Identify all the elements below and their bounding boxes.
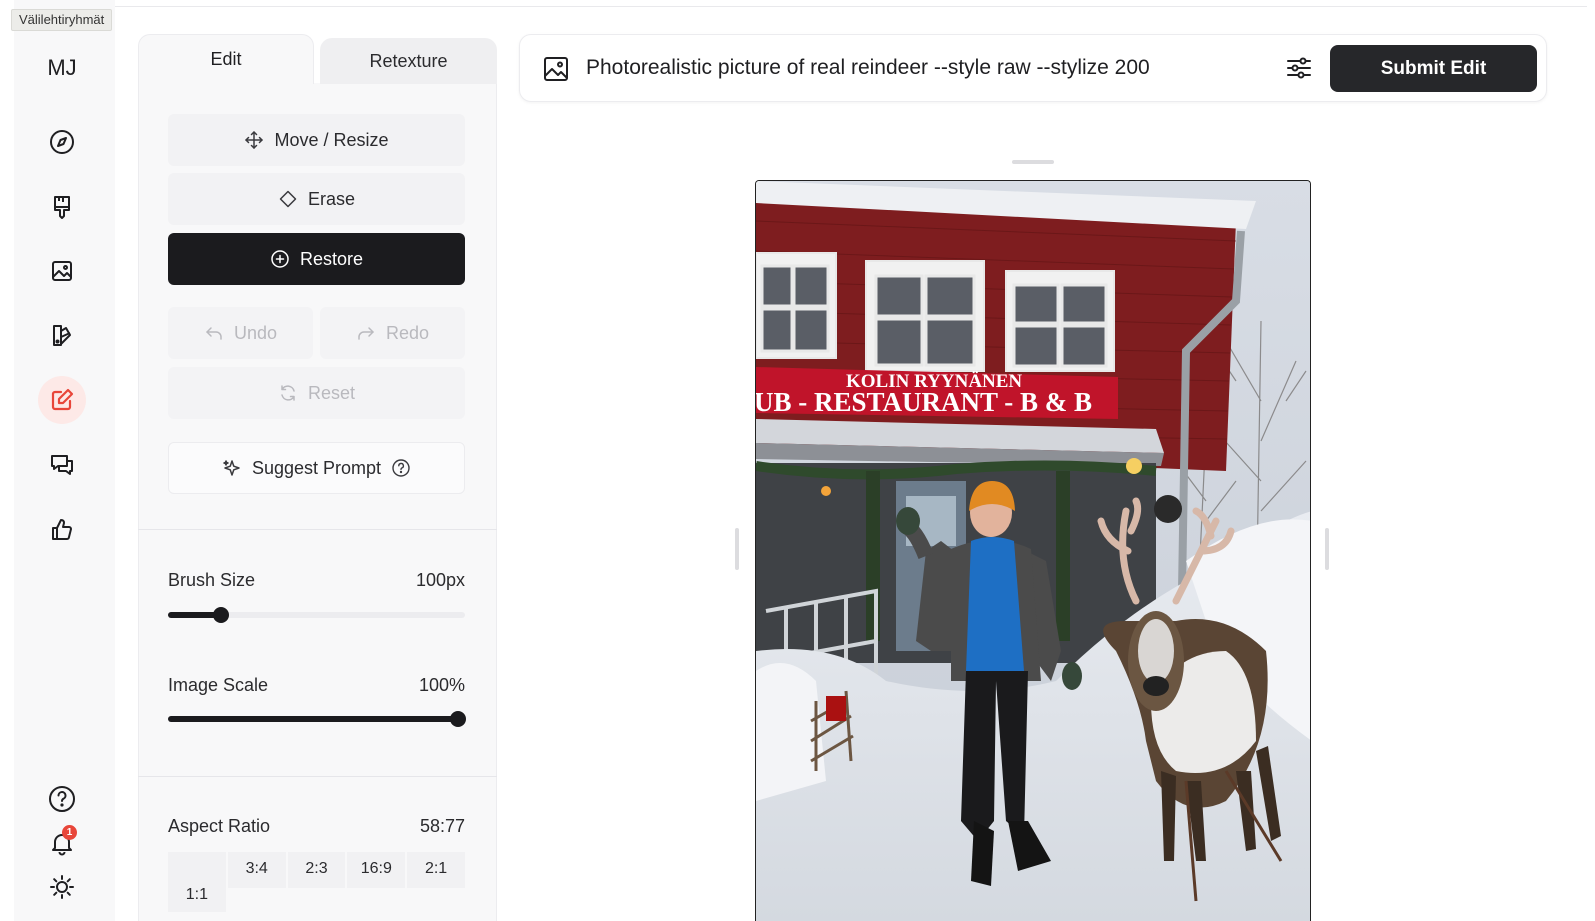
image-scale-fill	[168, 716, 458, 722]
help-circle-icon[interactable]	[391, 458, 411, 478]
aspect-ratio-value: 58:77	[419, 816, 465, 836]
top-border	[14, 6, 1587, 7]
suggest-prompt-button[interactable]: Suggest Prompt	[168, 442, 465, 494]
help-icon[interactable]	[38, 775, 86, 823]
image-scale-slider[interactable]	[168, 711, 466, 727]
submit-edit-button[interactable]: Submit Edit	[1330, 45, 1537, 92]
tab-retexture[interactable]: Retexture	[320, 38, 497, 84]
image-scale-label: Image Scale	[168, 675, 269, 695]
move-resize-label: Move / Resize	[274, 129, 389, 150]
reset-label: Reset	[307, 382, 356, 403]
undo-label: Undo	[233, 322, 278, 343]
image-icon[interactable]	[38, 247, 86, 295]
eraser-icon	[279, 190, 297, 208]
panel-divider	[138, 529, 497, 530]
refresh-icon	[281, 385, 295, 401]
notification-badge: 1	[62, 825, 77, 840]
restore-button[interactable]: Restore	[168, 233, 465, 285]
compass-icon[interactable]	[38, 118, 86, 166]
move-icon	[245, 131, 264, 149]
sidebar: MJ 1	[14, 0, 115, 921]
bell-icon[interactable]: 1	[38, 819, 86, 867]
erase-label: Erase	[307, 188, 356, 209]
redo-button[interactable]: Redo	[320, 307, 465, 359]
sparkle-icon	[223, 460, 240, 476]
brush-size-slider[interactable]	[168, 607, 465, 623]
ratio-16-9[interactable]: 16:9	[347, 852, 406, 888]
brush-size-label: Brush Size	[168, 570, 256, 590]
plus-circle-icon	[271, 250, 289, 268]
ratio-3-4[interactable]: 3:4	[227, 852, 286, 888]
brush-size-value: 100px	[415, 570, 465, 590]
image-scale-thumb[interactable]	[449, 711, 466, 727]
sun-icon[interactable]	[38, 863, 86, 911]
chat-icon[interactable]	[38, 441, 86, 489]
redo-icon	[358, 327, 374, 340]
reset-button[interactable]: Reset	[168, 367, 465, 419]
prompt-input[interactable]: Photorealistic picture of real reindeer …	[586, 56, 1150, 80]
aspect-ratio-grid: 1:1 3:4 2:3 16:9 2:1	[168, 852, 465, 912]
edit-canvas-image[interactable]: KOLIN RYYNÄNEN UB - RESTAURANT - B & B	[755, 180, 1311, 921]
sliders-icon[interactable]	[1284, 53, 1314, 83]
undo-icon	[206, 327, 222, 340]
prompt-bar: Photorealistic picture of real reindeer …	[519, 34, 1547, 102]
sign-line-2: UB - RESTAURANT - B & B	[756, 387, 1092, 417]
erase-button[interactable]: Erase	[168, 173, 465, 225]
ratio-2-3[interactable]: 2:3	[287, 852, 346, 888]
panel-divider-2	[138, 776, 497, 777]
aspect-ratio-label: Aspect Ratio	[168, 816, 271, 836]
image-scale-value: 100%	[418, 675, 465, 695]
palette-icon[interactable]	[38, 312, 86, 360]
paintbrush-icon[interactable]	[38, 183, 86, 231]
suggest-prompt-label: Suggest Prompt	[251, 457, 382, 478]
ratio-2-1[interactable]: 2:1	[407, 852, 465, 888]
move-resize-button[interactable]: Move / Resize	[168, 114, 465, 166]
tab-edit[interactable]: Edit	[138, 34, 314, 84]
redo-label: Redo	[385, 322, 430, 343]
canvas-resize-handle-left[interactable]	[735, 528, 739, 570]
undo-button[interactable]: Undo	[168, 307, 313, 359]
edit-icon[interactable]	[38, 376, 86, 424]
restore-label: Restore	[299, 248, 364, 269]
tab-group-tooltip: Välilehtiryhmät	[11, 9, 113, 31]
logo[interactable]: MJ	[14, 55, 110, 81]
image-icon	[544, 57, 568, 81]
canvas-resize-handle-top[interactable]	[1012, 160, 1054, 164]
ratio-1-1[interactable]: 1:1	[168, 852, 226, 912]
thumbs-up-icon[interactable]	[38, 506, 86, 554]
canvas-resize-handle-right[interactable]	[1325, 528, 1329, 570]
